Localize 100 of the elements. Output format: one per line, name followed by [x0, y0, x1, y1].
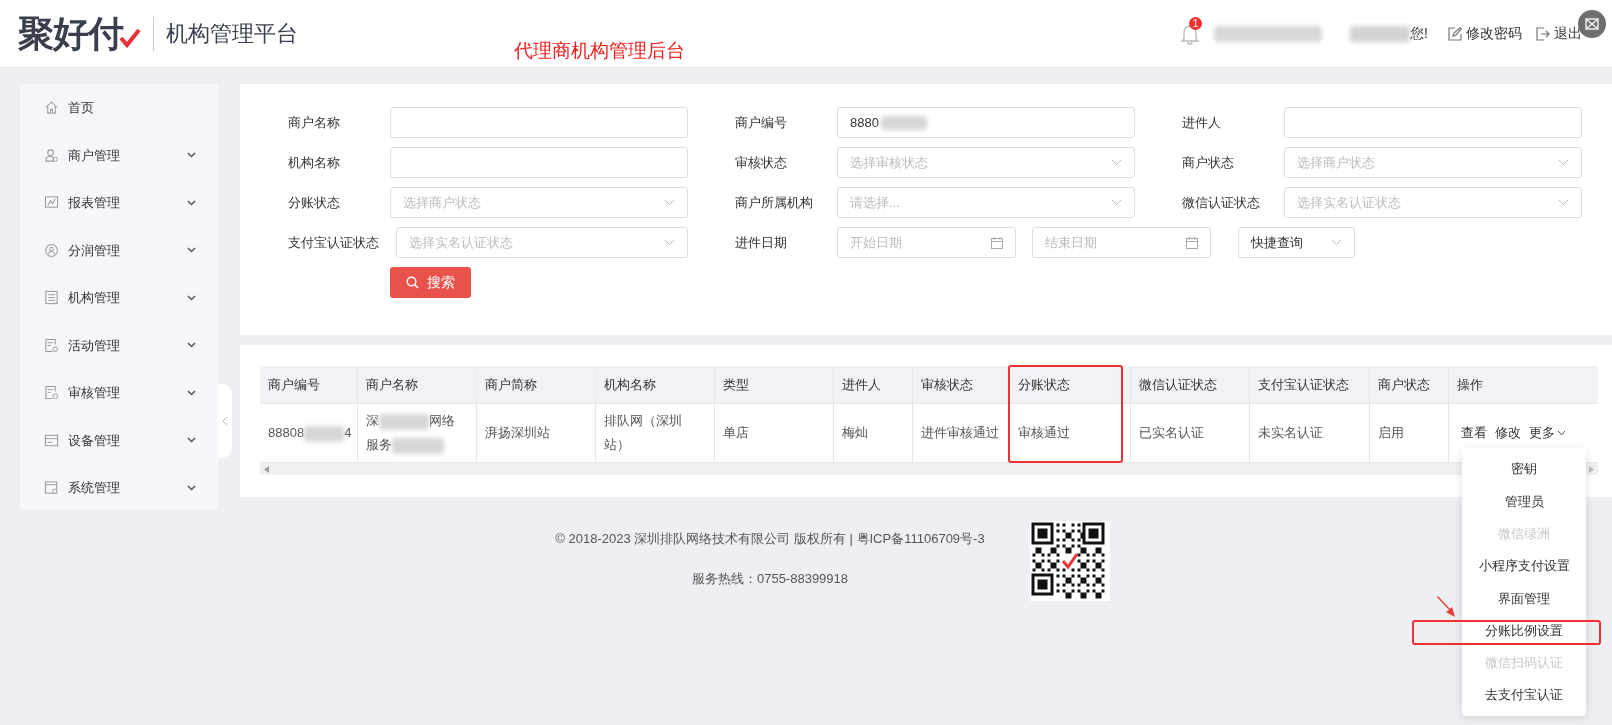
chevron-down-icon [1558, 199, 1569, 206]
input-field[interactable] [1284, 107, 1582, 138]
change-password-link[interactable]: 修改密码 [1448, 23, 1522, 44]
select-field[interactable]: 快捷查询 [1238, 227, 1355, 258]
chevron-down-icon [187, 199, 196, 206]
device-icon [44, 432, 59, 448]
chevron-down-icon [1111, 159, 1122, 166]
sidebar-item[interactable]: 报表管理 [20, 179, 218, 227]
annotation-text: 代理商机构管理后台 [514, 39, 685, 63]
chevron-down-icon [664, 239, 675, 246]
table-cell-text: 88808 4 [268, 424, 352, 444]
notification-badge: 1 [1189, 16, 1203, 30]
chevron-left-icon [222, 416, 228, 426]
redaction-blur [379, 413, 429, 430]
platform-title: 机构管理平台 [166, 20, 298, 48]
sidebar-item[interactable]: 审核管理 [20, 369, 218, 417]
column-header: 操作 [1457, 375, 1483, 394]
chevron-down-icon [664, 199, 675, 206]
hotline-text: 服务热线：0755-88399918 [691, 569, 849, 588]
chevron-down-icon [1111, 199, 1122, 206]
horizontal-scrollbar[interactable] [260, 463, 1598, 475]
table-cell-text: 梅灿 [842, 424, 868, 442]
table-cell-text: 排队网（深圳站） [604, 412, 683, 454]
checklist-icon [44, 385, 59, 401]
document-icon [44, 290, 59, 306]
chevron-down-icon [1331, 239, 1342, 246]
chevron-down-icon [187, 484, 196, 491]
chart-icon [44, 195, 59, 211]
menu-item[interactable]: 小程序支付设置 [1462, 549, 1586, 583]
chevron-down-icon [1558, 159, 1569, 166]
sidebar-item[interactable]: 活动管理 [20, 321, 218, 369]
menu-item[interactable]: 密钥 [1462, 453, 1586, 486]
column-header: 机构名称 [604, 375, 656, 394]
table-cell-text: 审核通过 [1018, 424, 1070, 442]
menu-item[interactable]: 界面管理 [1462, 582, 1586, 615]
field-label: 进件人 [1182, 113, 1222, 132]
chevron-down-icon [187, 437, 196, 444]
annotation-arrow [1436, 596, 1456, 618]
field-label: 商户状态 [1182, 153, 1235, 172]
settings-icon [44, 480, 59, 496]
column-header: 微信认证状态 [1139, 375, 1217, 394]
field-label: 分账状态 [288, 193, 341, 212]
sidebar-item[interactable]: 机构管理 [20, 274, 218, 322]
chevron-down-icon [187, 389, 196, 396]
logo-text: 聚好付 [18, 15, 123, 52]
home-icon [44, 100, 59, 116]
sidebar-item[interactable]: 首页 [20, 84, 218, 132]
logout-icon [1536, 26, 1550, 41]
table-cell-text: 单店 [723, 424, 749, 442]
column-header: 审核状态 [921, 375, 973, 394]
field-label: 商户名称 [288, 113, 341, 132]
edit-icon [1448, 26, 1462, 41]
column-header: 分账状态 [1018, 375, 1070, 394]
field-label: 微信认证状态 [1182, 193, 1261, 212]
column-header: 进件人 [842, 375, 881, 394]
sidebar-item[interactable]: 商户管理 [20, 131, 218, 179]
scroll-left-icon [264, 465, 269, 473]
action-link[interactable]: 修改 [1495, 423, 1521, 443]
close-icon[interactable] [1578, 10, 1606, 38]
coin-user-icon [44, 242, 59, 258]
field-label: 机构名称 [288, 153, 341, 172]
checklist-icon [44, 337, 59, 353]
table-cell-text: 湃扬深圳站 [485, 424, 550, 442]
chevron-down-icon [187, 342, 196, 349]
column-header: 支付宝认证状态 [1258, 375, 1349, 394]
menu-item[interactable]: 管理员 [1462, 485, 1586, 518]
action-link[interactable]: 查看 [1461, 423, 1487, 443]
input-field[interactable] [390, 107, 688, 138]
field-label: 支付宝认证状态 [288, 233, 380, 252]
copyright-text: © 2018-2023 深圳排队网络技术有限公司 版权所有 | 粤ICP备11106709号-3 [555, 530, 985, 548]
user-icon [44, 147, 59, 163]
sidebar-item[interactable]: 设备管理 [20, 416, 218, 464]
collapse-handle[interactable] [218, 384, 232, 458]
column-header: 商户状态 [1378, 375, 1430, 394]
search-button[interactable]: 搜索 [390, 267, 471, 298]
redaction-blur [880, 115, 927, 130]
menu-item[interactable]: 去支付宝认证 [1462, 679, 1586, 712]
sidebar-item[interactable]: 分润管理 [20, 226, 218, 274]
column-header: 商户编号 [268, 375, 320, 394]
input-field[interactable] [390, 147, 688, 178]
menu-item[interactable]: 分账比例设置 [1462, 614, 1586, 647]
welcome-text: 您! [1410, 24, 1428, 43]
field-label: 审核状态 [735, 153, 788, 172]
action-link[interactable]: 更多 [1529, 423, 1566, 443]
field-label: 进件日期 [735, 233, 788, 252]
field-label: 商户所属机构 [735, 193, 814, 212]
chevron-down-icon [187, 247, 196, 254]
column-header: 商户简称 [485, 375, 537, 394]
calendar-icon [1186, 236, 1198, 249]
table-cell-text: 启用 [1378, 424, 1404, 442]
input-field[interactable]: 8880 [837, 107, 1135, 138]
table-cell-text: 深 网络 服务 [366, 412, 455, 456]
redaction-blur [1350, 25, 1411, 42]
calendar-icon [991, 236, 1003, 249]
logout-link[interactable]: 退出 [1536, 23, 1582, 44]
table-cell-text: 已实名认证 [1139, 424, 1204, 442]
column-header: 类型 [723, 375, 749, 394]
chevron-down-icon [187, 152, 196, 159]
sidebar-item[interactable]: 系统管理 [20, 464, 218, 512]
redaction-blur [304, 425, 345, 442]
